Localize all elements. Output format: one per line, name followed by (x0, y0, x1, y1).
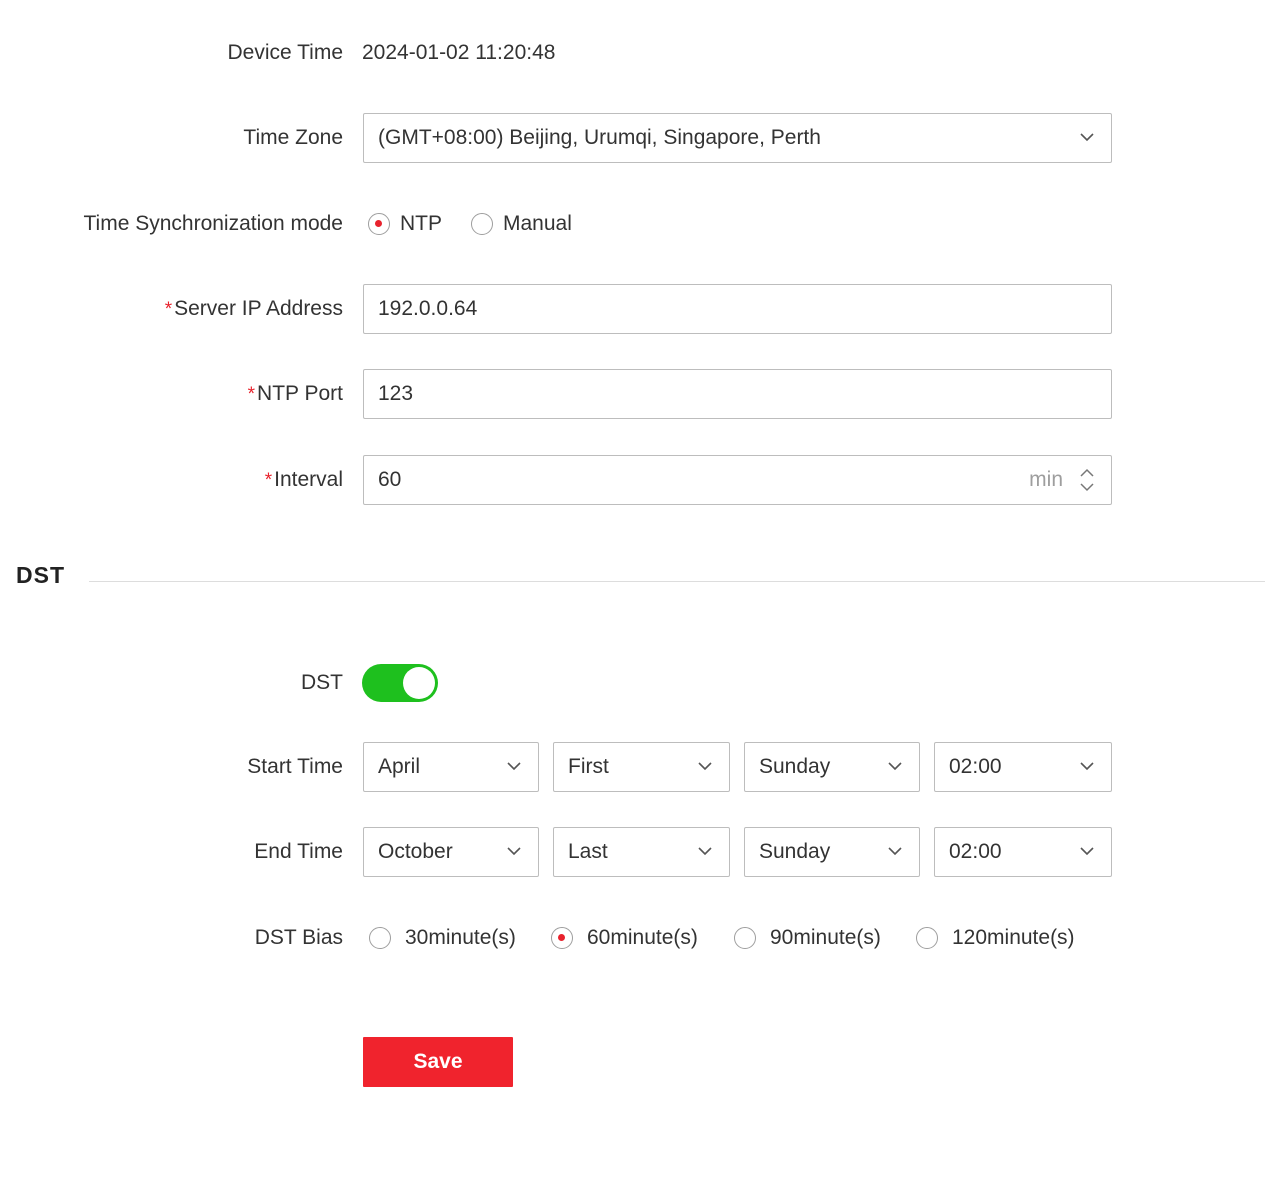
dst-toggle-row: DST (0, 658, 1265, 708)
end-month-select[interactable]: October (363, 827, 539, 877)
interval-label-text: Interval (274, 468, 343, 491)
dst-toggle-label: DST (301, 671, 343, 694)
start-time-row: Start Time April First Sunday 02:00 (0, 742, 1265, 792)
required-mark: * (247, 384, 256, 405)
start-hour-value: 02:00 (949, 755, 1002, 778)
radio-bias-60-label: 60minute(s) (587, 926, 698, 949)
radio-bias-30-label: 30minute(s) (405, 926, 516, 949)
server-ip-field (363, 284, 1112, 334)
device-time-value: 2024-01-02 11:20:48 (362, 41, 556, 64)
end-hour-value: 02:00 (949, 840, 1002, 863)
time-zone-select[interactable]: (GMT+08:00) Beijing, Urumqi, Singapore, … (363, 113, 1112, 163)
section-divider (89, 581, 1265, 582)
start-time-label: Start Time (247, 755, 343, 778)
radio-bias-90-circle[interactable] (734, 927, 756, 949)
required-mark: * (264, 470, 273, 491)
start-week-select[interactable]: First (553, 742, 730, 792)
dst-bias-row: DST Bias 30minute(s) 60minute(s) 90minut… (0, 913, 1265, 963)
chevron-down-icon (698, 762, 712, 771)
start-week-value: First (568, 755, 609, 778)
radio-bias-90-label: 90minute(s) (770, 926, 881, 949)
interval-field: min (363, 455, 1112, 505)
radio-manual-label: Manual (503, 212, 572, 235)
save-button[interactable]: Save (363, 1037, 513, 1087)
radio-ntp-label: NTP (400, 212, 442, 235)
ntp-port-label: *NTP Port (248, 369, 343, 419)
end-time-label: End Time (254, 840, 343, 863)
chevron-down-icon (507, 847, 521, 856)
chevron-down-icon (1080, 762, 1094, 771)
chevron-down-icon (888, 762, 902, 771)
required-mark: * (164, 299, 173, 320)
spinner-arrows-icon[interactable] (1077, 464, 1097, 496)
device-time-row: Device Time 2024-01-02 11:20:48 (0, 28, 1265, 78)
radio-bias-120-circle[interactable] (916, 927, 938, 949)
chevron-down-icon (698, 847, 712, 856)
radio-manual-circle[interactable] (471, 213, 493, 235)
chevron-down-icon (507, 762, 521, 771)
time-zone-label: Time Zone (243, 126, 343, 149)
radio-bias-120-label: 120minute(s) (952, 926, 1075, 949)
interval-row: *Interval min (0, 455, 1265, 505)
start-day-value: Sunday (759, 755, 831, 778)
end-day-select[interactable]: Sunday (744, 827, 920, 877)
server-ip-row: *Server IP Address (0, 284, 1265, 334)
radio-bias-60-circle[interactable] (551, 927, 573, 949)
start-hour-select[interactable]: 02:00 (934, 742, 1112, 792)
start-day-select[interactable]: Sunday (744, 742, 920, 792)
ntp-port-input[interactable] (364, 370, 1111, 418)
device-time-label: Device Time (227, 41, 343, 64)
chevron-down-icon (1080, 847, 1094, 856)
start-month-select[interactable]: April (363, 742, 539, 792)
end-time-row: End Time October Last Sunday 02:00 (0, 827, 1265, 877)
radio-ntp-circle[interactable] (368, 213, 390, 235)
radio-bias-30-circle[interactable] (369, 927, 391, 949)
chevron-down-icon (1080, 133, 1094, 142)
server-ip-input[interactable] (364, 285, 1111, 333)
time-zone-row: Time Zone (GMT+08:00) Beijing, Urumqi, S… (0, 113, 1265, 163)
server-ip-label: *Server IP Address (165, 284, 343, 334)
end-hour-select[interactable]: 02:00 (934, 827, 1112, 877)
ntp-port-row: *NTP Port (0, 369, 1265, 419)
server-ip-label-text: Server IP Address (174, 297, 343, 320)
end-month-value: October (378, 840, 453, 863)
time-zone-selected: (GMT+08:00) Beijing, Urumqi, Singapore, … (378, 126, 821, 149)
sync-mode-label: Time Synchronization mode (83, 212, 343, 235)
ntp-port-field (363, 369, 1112, 419)
interval-unit: min (1029, 468, 1063, 491)
end-day-value: Sunday (759, 840, 831, 863)
start-month-value: April (378, 755, 421, 778)
ntp-port-label-text: NTP Port (257, 382, 343, 405)
end-week-select[interactable]: Last (553, 827, 730, 877)
interval-label: *Interval (265, 455, 343, 505)
dst-section-title: DST (16, 562, 65, 588)
toggle-knob (403, 667, 435, 699)
interval-input[interactable] (364, 456, 1111, 504)
sync-mode-row: Time Synchronization mode NTP Manual (0, 199, 1265, 249)
dst-bias-label: DST Bias (254, 926, 343, 949)
dst-toggle-switch[interactable] (362, 664, 438, 702)
chevron-down-icon (888, 847, 902, 856)
end-week-value: Last (568, 840, 608, 863)
